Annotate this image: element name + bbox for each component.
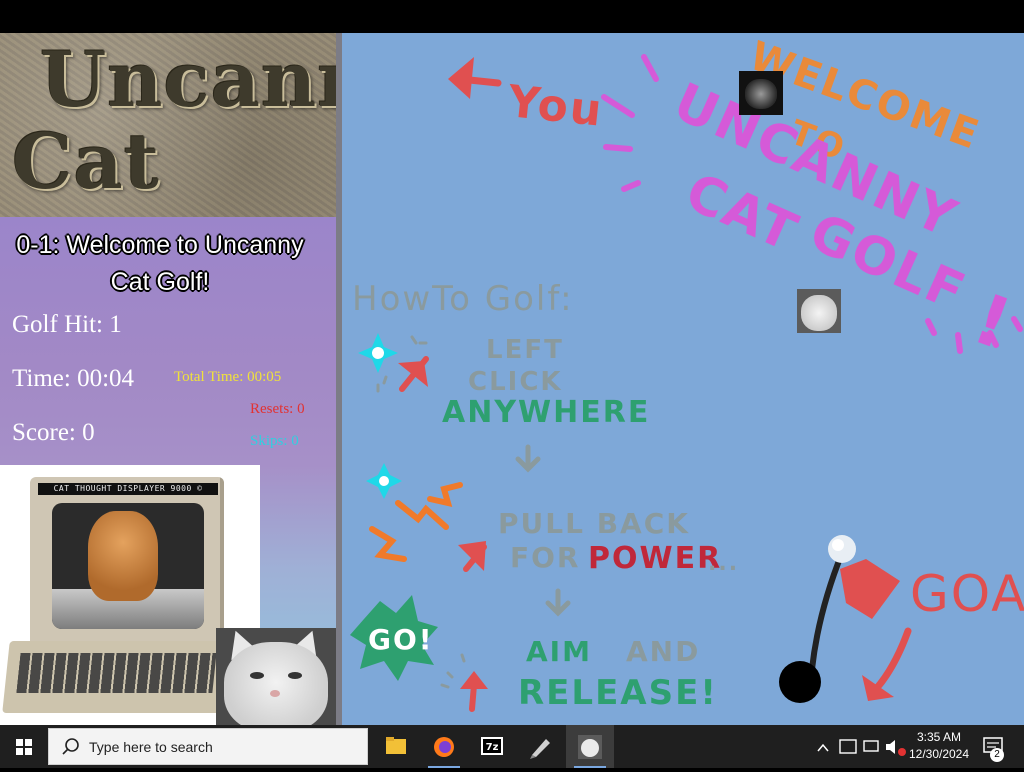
golf-hole-icon (779, 661, 821, 703)
instruction-ellipsis: ... (708, 551, 740, 576)
chevron-up-icon (817, 743, 829, 752)
white-cat-face (801, 295, 837, 331)
pull-back-icon (366, 463, 487, 572)
7zip-icon: 7z (481, 737, 503, 755)
windows-start-icon (16, 739, 32, 755)
taskbar-firefox[interactable] (420, 725, 468, 768)
clock-time: 3:35 AM (916, 730, 962, 744)
taskbar: Type here to search 7z 3:35 AM 12/30/202… (0, 725, 1024, 768)
taskbar-file-explorer[interactable] (372, 725, 420, 768)
taskbar-pen-tool[interactable] (516, 725, 564, 768)
how-to-golf-heading: HowTo Golf: (352, 279, 574, 319)
firefox-icon (434, 737, 454, 757)
go-label: GO! (368, 623, 434, 656)
system-tray[interactable] (810, 725, 920, 768)
instruction-and: AND (626, 635, 701, 668)
instruction-pull-back: PULL BACK (498, 507, 690, 540)
svg-text:7z: 7z (486, 742, 499, 753)
search-placeholder: Type here to search (89, 739, 213, 755)
file-explorer-icon (386, 737, 406, 754)
dark-cat-image (739, 71, 783, 115)
search-icon (62, 738, 79, 755)
instruction-for: FOR (510, 541, 581, 574)
click-target-icon (358, 333, 429, 393)
notification-count-badge: 2 (990, 748, 1004, 762)
instruction-release: RELEASE! (518, 673, 718, 713)
release-arrow-icon (440, 653, 488, 712)
instruction-left: LEFT (486, 335, 564, 365)
taskbar-clock[interactable]: 3:35 AM 12/30/2024 (906, 729, 972, 763)
instruction-aim: AIM (526, 635, 592, 668)
taskbar-7zip[interactable]: 7z (468, 725, 516, 768)
pen-tool-icon (530, 739, 550, 759)
golf-flag-icon (809, 535, 900, 672)
dark-cat-face (745, 79, 777, 109)
taskbar-cat-game[interactable] (566, 725, 614, 768)
security-icon (839, 739, 857, 754)
down-arrow-2-icon (545, 588, 571, 617)
taskbar-search-box[interactable]: Type here to search (48, 728, 368, 765)
goal-arrow-icon (862, 627, 912, 701)
white-cat-ball[interactable] (797, 289, 841, 333)
cat-game-icon (578, 735, 602, 759)
game-window[interactable]: Uncanny Cat Golf 0-1: Welcome to Uncanny… (0, 33, 1024, 725)
instruction-click: CLICK (468, 367, 563, 397)
you-label: You (505, 76, 606, 137)
you-arrow-icon (448, 57, 502, 99)
down-arrow-1-icon (515, 444, 541, 473)
goal-label: GOAL (910, 565, 1024, 623)
instruction-power: POWER (588, 541, 723, 576)
volume-icon (886, 740, 895, 754)
clock-date: 12/30/2024 (908, 747, 970, 761)
instruction-anywhere: ANYWHERE (442, 395, 651, 430)
network-icon (863, 740, 879, 752)
start-button[interactable] (0, 725, 48, 768)
